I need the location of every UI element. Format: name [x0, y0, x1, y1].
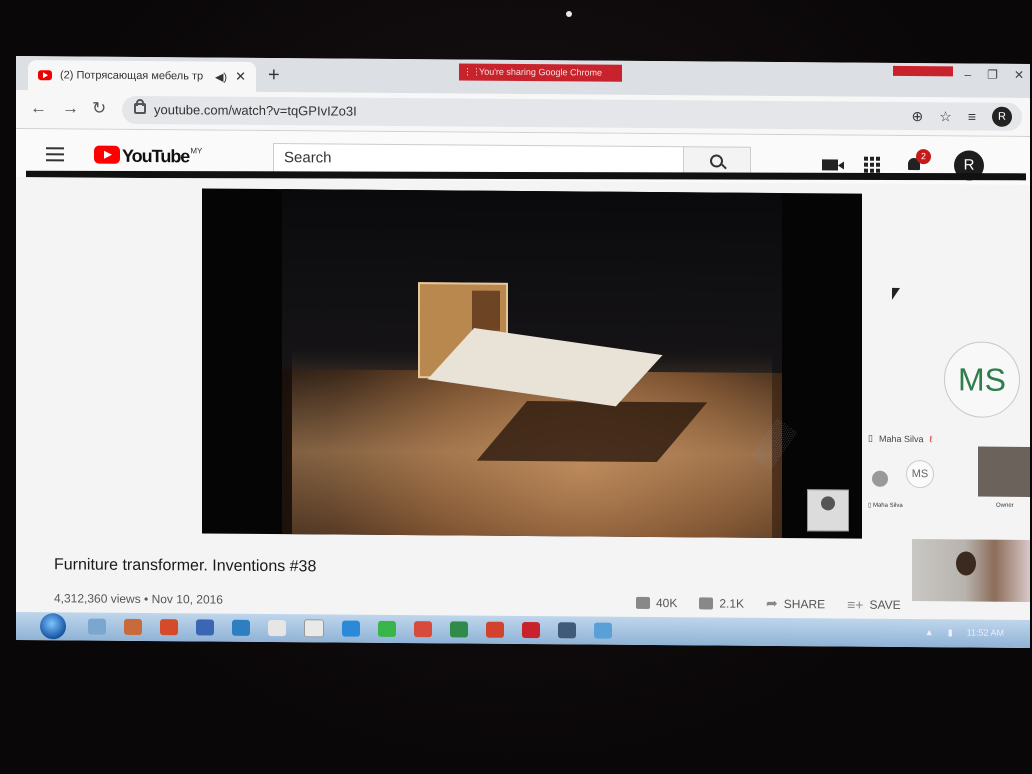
share-arrow-icon: ➦: [766, 594, 778, 611]
create-video-icon[interactable]: [822, 158, 838, 170]
network-icon[interactable]: ▮: [948, 627, 953, 638]
firefox-icon[interactable]: [160, 619, 178, 636]
dislike-count: 2.1K: [719, 596, 745, 611]
thumbs-up-icon: [636, 596, 650, 609]
omnibox-icons: ⊕ ☆ ≡ R: [912, 106, 1012, 127]
youtube-wordmark: YouTube: [122, 145, 190, 167]
recorder-icon[interactable]: [522, 621, 540, 639]
region-code: MY: [190, 146, 203, 156]
word-icon[interactable]: [196, 619, 214, 636]
powerpoint-icon[interactable]: [486, 621, 504, 638]
watch-page: ▒▒▒ Furniture transformer. Inventions #3…: [16, 177, 1030, 620]
video-actions: 40K 2.1K ➦ SHARE ≡+ SAVE: [636, 594, 901, 613]
app-red-icon[interactable]: [414, 621, 432, 638]
zoom-app-icon[interactable]: [342, 620, 360, 637]
search-placeholder: Search: [284, 149, 332, 167]
speaker-icon[interactable]: ◀): [215, 70, 227, 83]
self-camera-tile: [912, 539, 1030, 602]
clock[interactable]: 11:52 AM: [967, 627, 1004, 638]
participant-tile-main: MS: [944, 341, 1020, 418]
media-icon[interactable]: [124, 618, 142, 635]
new-tab-button[interactable]: +: [268, 64, 280, 87]
mini-captions: ▯ Maha Silva Owner: [868, 502, 1028, 510]
back-icon[interactable]: ←: [30, 98, 47, 118]
participant-name-text: Maha Silva: [878, 433, 924, 444]
url-text[interactable]: youtube.com/watch?v=tqGPIvIZo3I: [154, 102, 357, 119]
app-dark-icon[interactable]: [558, 622, 576, 639]
bookmark-star-icon[interactable]: ☆: [939, 108, 952, 125]
reload-icon[interactable]: ↻: [92, 99, 106, 119]
close-tab-icon[interactable]: ✕: [235, 69, 246, 85]
stop-sharing-button[interactable]: [893, 65, 953, 77]
sharing-banner[interactable]: ⋮⋮ You're sharing Google Chrome: [459, 63, 622, 82]
whatsapp-icon[interactable]: [378, 620, 396, 637]
muted-mic-icon: ℓ: [929, 433, 933, 444]
owner-label: Owner: [996, 502, 1014, 509]
webcam-indicator: [566, 11, 572, 17]
zoom-icon[interactable]: ⊕: [912, 108, 924, 125]
folder-icon[interactable]: [268, 619, 286, 637]
youtube-play-icon: [94, 145, 120, 164]
mini-name-text: Maha Silva: [872, 502, 903, 509]
save-label: SAVE: [869, 597, 901, 612]
system-tray: ▲ ▮ 11:52 AM: [925, 627, 1004, 639]
youtube-favicon-icon: [38, 70, 52, 81]
like-button[interactable]: 40K: [636, 595, 678, 610]
like-count: 40K: [656, 595, 678, 610]
media-queue-icon[interactable]: ≡: [968, 108, 976, 124]
sharing-banner-text: You're sharing Google Chrome: [479, 66, 602, 78]
search-icon: [710, 154, 723, 168]
apps-grid-icon[interactable]: [864, 156, 880, 173]
chrome-icon[interactable]: [304, 619, 324, 638]
robot-thumbnail-icon[interactable]: [807, 489, 849, 532]
share-button[interactable]: ➦ SHARE: [766, 595, 825, 612]
notifications-bell-icon[interactable]: 2: [906, 149, 931, 173]
dislike-button[interactable]: 2.1K: [699, 596, 744, 610]
phone-icon: ▯: [868, 432, 873, 443]
explorer-icon[interactable]: [88, 618, 106, 635]
participant-tile-mini: MS: [906, 459, 934, 489]
playlist-add-icon: ≡+: [847, 596, 864, 613]
window-controls: – ❐ ✕: [964, 67, 1024, 81]
tab-title: (2) Потрясающая мебель тр: [60, 69, 204, 83]
menu-hamburger-icon[interactable]: [46, 147, 64, 165]
share-label: SHARE: [783, 596, 826, 611]
forward-icon[interactable]: →: [62, 98, 79, 118]
notification-badge: 2: [916, 149, 931, 165]
save-button[interactable]: ≡+ SAVE: [847, 596, 900, 612]
participant-tile-video: [978, 446, 1030, 497]
taskbar-apps: [88, 618, 612, 640]
drag-handle-icon[interactable]: ⋮⋮: [463, 64, 481, 81]
tray-arrow-icon[interactable]: ▲: [925, 627, 934, 638]
view-count-date: 4,312,360 views • Nov 10, 2016: [54, 591, 223, 607]
restore-icon[interactable]: ❐: [987, 68, 998, 82]
participant-dot: [872, 470, 888, 487]
video-title: Furniture transformer. Inventions #38: [54, 556, 317, 576]
close-window-icon[interactable]: ✕: [1014, 68, 1024, 82]
screen: (2) Потрясающая мебель тр ◀) ✕ + ⋮⋮ You'…: [16, 56, 1030, 648]
minimize-icon[interactable]: –: [964, 67, 971, 81]
thumbs-down-icon: [699, 596, 714, 609]
excel-icon[interactable]: [450, 621, 468, 638]
mouse-cursor-icon: [892, 287, 900, 300]
tab-youtube[interactable]: (2) Потрясающая мебель тр ◀) ✕: [28, 60, 256, 92]
app-icon[interactable]: [232, 619, 250, 636]
address-bar[interactable]: youtube.com/watch?v=tqGPIvIZo3I ⊕ ☆ ≡ R: [122, 95, 1022, 131]
lock-icon[interactable]: [134, 102, 146, 115]
start-button-icon[interactable]: [40, 613, 66, 640]
youtube-logo[interactable]: YouTube MY: [94, 145, 203, 168]
participant-name-main: ▯ Maha Silva ℓ: [868, 433, 932, 445]
app-blue-icon[interactable]: [594, 622, 612, 639]
profile-avatar[interactable]: R: [992, 106, 1012, 127]
youtube-header: YouTube MY Search 2 R: [16, 129, 1030, 185]
video-player[interactable]: ▒▒▒: [202, 188, 862, 539]
